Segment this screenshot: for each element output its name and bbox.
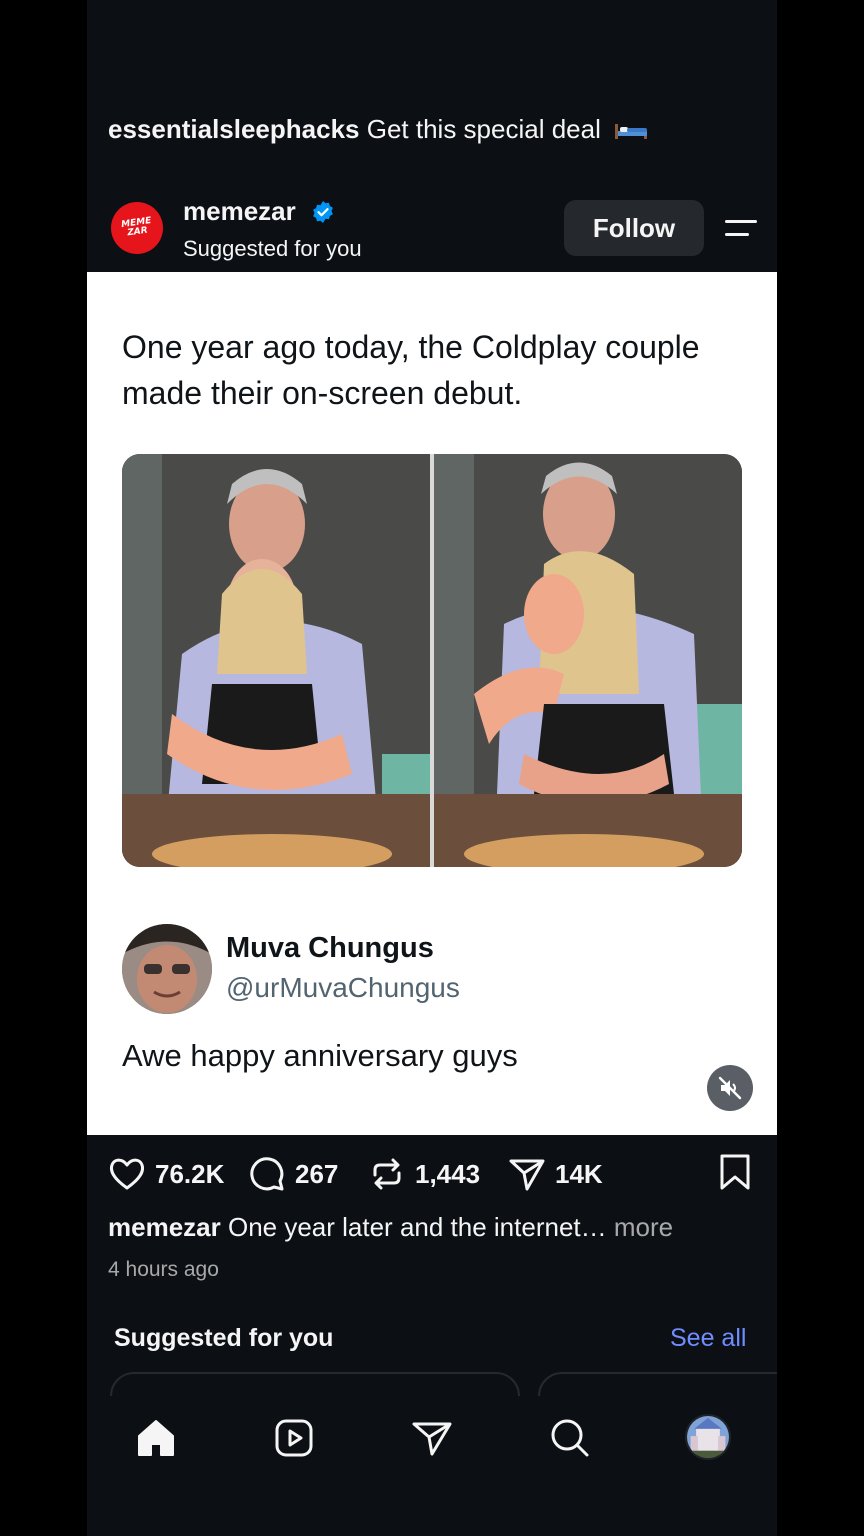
account-avatar[interactable]: MEME ZAR xyxy=(111,202,163,254)
caption-text: One year later and the internet… xyxy=(227,1212,607,1242)
mute-button[interactable] xyxy=(707,1065,753,1111)
repost-icon xyxy=(373,1158,401,1190)
profile-avatar[interactable] xyxy=(685,1414,731,1460)
repost-action[interactable]: 1,443 xyxy=(367,1154,480,1194)
post-timestamp: 4 hours ago xyxy=(108,1258,219,1281)
caption-username[interactable]: memezar xyxy=(108,1212,221,1242)
post-caption: memezar One year later and the internet…… xyxy=(108,1212,673,1243)
search-icon[interactable] xyxy=(548,1416,592,1460)
repost-count: 1,443 xyxy=(415,1158,481,1189)
share-icon xyxy=(509,1159,545,1191)
comment-count: 267 xyxy=(295,1158,339,1189)
bed-icon xyxy=(615,124,648,139)
like-count: 76.2K xyxy=(155,1158,225,1189)
share-action[interactable]: 14K xyxy=(507,1154,603,1194)
account-username[interactable]: memezar xyxy=(183,196,296,227)
tweet-photo xyxy=(122,454,742,867)
previous-post-username[interactable]: essentialsleephacks xyxy=(108,114,360,144)
comment-action[interactable]: 267 xyxy=(247,1154,338,1194)
reply-avatar xyxy=(122,924,212,1014)
reply-handle: @urMuvaChungus xyxy=(226,972,460,1003)
avatar-logo-text: MEME ZAR xyxy=(120,215,152,239)
follow-button[interactable]: Follow xyxy=(564,200,704,256)
bottom-nav xyxy=(87,1396,777,1536)
reels-icon[interactable] xyxy=(272,1416,316,1460)
mute-icon xyxy=(718,1076,742,1100)
tweet-text: One year ago today, the Coldplay couple … xyxy=(122,329,700,411)
heart-icon xyxy=(109,1158,145,1190)
post-actions: 76.2K 267 1,443 14K xyxy=(87,1148,777,1200)
previous-post-caption: essentialsleephacks Get this special dea… xyxy=(108,114,648,145)
instagram-feed: essentialsleephacks Get this special dea… xyxy=(87,0,777,1536)
home-icon[interactable] xyxy=(134,1416,178,1460)
photo-left xyxy=(122,454,430,867)
more-link[interactable]: more xyxy=(614,1212,673,1242)
post-header: MEME ZAR memezar Suggested for you Follo… xyxy=(87,186,777,272)
share-count: 14K xyxy=(555,1158,603,1189)
previous-post-caption-text: Get this special deal xyxy=(366,114,601,144)
see-all-link[interactable]: See all xyxy=(670,1324,746,1353)
send-icon[interactable] xyxy=(410,1416,454,1460)
like-action[interactable]: 76.2K xyxy=(107,1154,224,1194)
suggested-section-title: Suggested for you xyxy=(114,1324,334,1352)
suggested-label: Suggested for you xyxy=(183,236,362,261)
reply-display-name: Muva Chungus xyxy=(226,932,434,964)
save-icon[interactable] xyxy=(717,1152,753,1192)
verified-icon xyxy=(313,201,333,223)
comment-icon xyxy=(250,1157,284,1191)
menu-icon[interactable] xyxy=(723,216,759,240)
photo-right xyxy=(434,454,742,867)
reply-text: Awe happy anniversary guys xyxy=(122,1038,518,1073)
post-media[interactable]: One year ago today, the Coldplay couple … xyxy=(87,272,777,1135)
